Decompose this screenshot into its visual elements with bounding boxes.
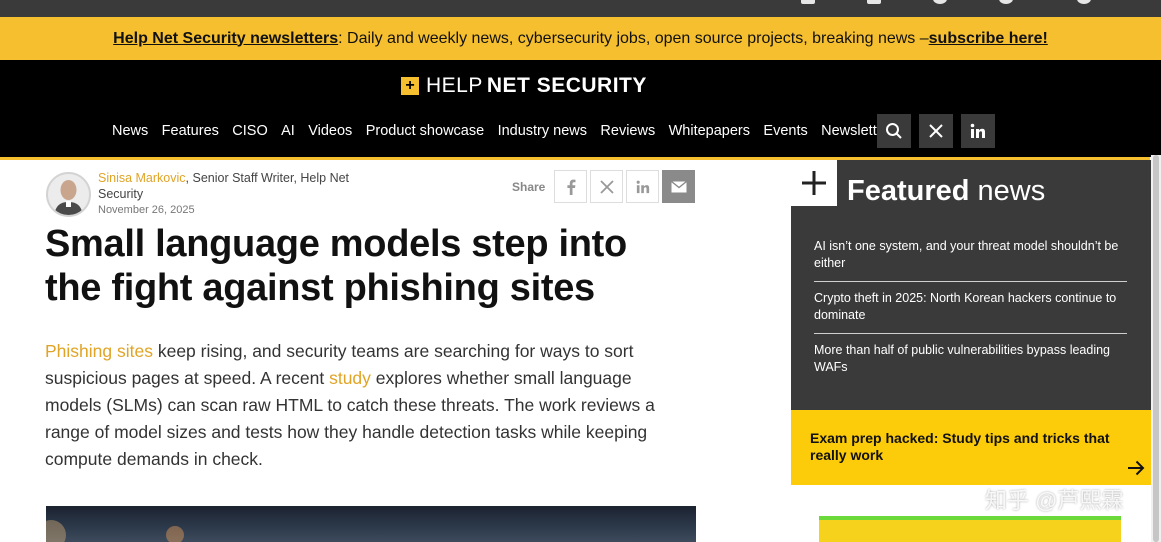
- logo-help-text: HELP: [426, 74, 483, 97]
- author-avatar[interactable]: [46, 172, 91, 217]
- author-photo: [48, 174, 89, 215]
- featured-item-1[interactable]: AI isn’t one system, and your threat mod…: [814, 238, 1127, 272]
- featured-divider: [814, 281, 1127, 282]
- share-label: Share: [512, 180, 546, 194]
- settings-icon[interactable]: [999, 0, 1013, 4]
- article-lead: Phishing sites keep rising, and security…: [45, 338, 685, 473]
- watermark: 知乎 @芦熙霖: [985, 488, 1124, 513]
- arrow-right-icon[interactable]: [1127, 460, 1145, 476]
- featured-news-title: Featured news: [847, 175, 1046, 207]
- site-logo[interactable]: + HELP NET SECURITY: [401, 74, 647, 97]
- hero-light-spot: [46, 520, 66, 542]
- mail-icon: [670, 180, 687, 192]
- share-email-button[interactable]: [662, 170, 695, 203]
- x-icon: [599, 179, 614, 194]
- phishing-sites-link[interactable]: Phishing sites: [45, 341, 153, 361]
- promo-box[interactable]: Exam prep hacked: Study tips and tricks …: [791, 410, 1151, 485]
- author-byline: Sinisa Markovic, Senior Staff Writer, He…: [98, 170, 368, 202]
- facebook-icon: [566, 179, 575, 195]
- page-scrollbar[interactable]: [1151, 155, 1161, 542]
- nav-reviews[interactable]: Reviews: [600, 123, 655, 139]
- header-linkedin-button[interactable]: [961, 114, 995, 148]
- nav-ciso[interactable]: CISO: [232, 123, 267, 139]
- subscribe-link[interactable]: subscribe here!: [929, 30, 1048, 48]
- search-icon: [886, 123, 902, 139]
- header-search-button[interactable]: [877, 114, 911, 148]
- main-nav: News Features CISO AI Videos Product sho…: [112, 114, 910, 148]
- author-name-link[interactable]: Sinisa Markovic: [98, 171, 186, 185]
- header-x-button[interactable]: [919, 114, 953, 148]
- linkedin-icon: [970, 123, 985, 138]
- plus-icon: [791, 160, 837, 206]
- nav-whitepapers[interactable]: Whitepapers: [669, 123, 750, 139]
- share-linkedin-button[interactable]: [626, 170, 659, 203]
- x-icon: [929, 124, 943, 138]
- nav-features[interactable]: Features: [162, 123, 219, 139]
- sidebar-ad-banner[interactable]: [819, 516, 1121, 542]
- featured-item-2[interactable]: Crypto theft in 2025: North Korean hacke…: [814, 290, 1127, 324]
- featured-divider: [814, 333, 1127, 334]
- share-facebook-button[interactable]: [554, 170, 587, 203]
- newsletter-banner: Help Net Security newsletters : Daily an…: [0, 17, 1161, 60]
- user-icon[interactable]: [1077, 0, 1091, 4]
- nav-videos[interactable]: Videos: [308, 123, 352, 139]
- rss-icon[interactable]: [801, 0, 815, 4]
- nav-product-showcase[interactable]: Product showcase: [366, 123, 484, 139]
- study-link[interactable]: study: [329, 368, 371, 388]
- site-header: + HELP NET SECURITY News Features CISO A…: [0, 60, 1161, 157]
- hero-light-spot: [166, 526, 184, 542]
- scrollbar-thumb[interactable]: [1153, 155, 1159, 542]
- newsletter-link[interactable]: Help Net Security newsletters: [113, 30, 338, 48]
- search-icon[interactable]: [933, 0, 947, 4]
- article-title: Small language models step into the figh…: [45, 223, 627, 309]
- promo-text[interactable]: Exam prep hacked: Study tips and tricks …: [810, 430, 1120, 464]
- nav-events[interactable]: Events: [763, 123, 807, 139]
- article-date: November 26, 2025: [98, 204, 195, 216]
- nav-ai[interactable]: AI: [281, 123, 295, 139]
- nav-news[interactable]: News: [112, 123, 148, 139]
- linkedin-icon: [636, 180, 649, 193]
- top-utility-bar: [0, 0, 1161, 17]
- facebook-icon[interactable]: [867, 0, 881, 4]
- banner-text: : Daily and weekly news, cybersecurity j…: [338, 29, 929, 47]
- article-hero-image: [46, 506, 696, 542]
- logo-mark: +: [401, 77, 419, 95]
- featured-news-panel: Featured news AI isn’t one system, and y…: [791, 160, 1151, 410]
- share-x-button[interactable]: [590, 170, 623, 203]
- featured-item-3[interactable]: More than half of public vulnerabilities…: [814, 342, 1127, 376]
- logo-rest-text: NET SECURITY: [486, 74, 647, 97]
- nav-industry-news[interactable]: Industry news: [498, 123, 587, 139]
